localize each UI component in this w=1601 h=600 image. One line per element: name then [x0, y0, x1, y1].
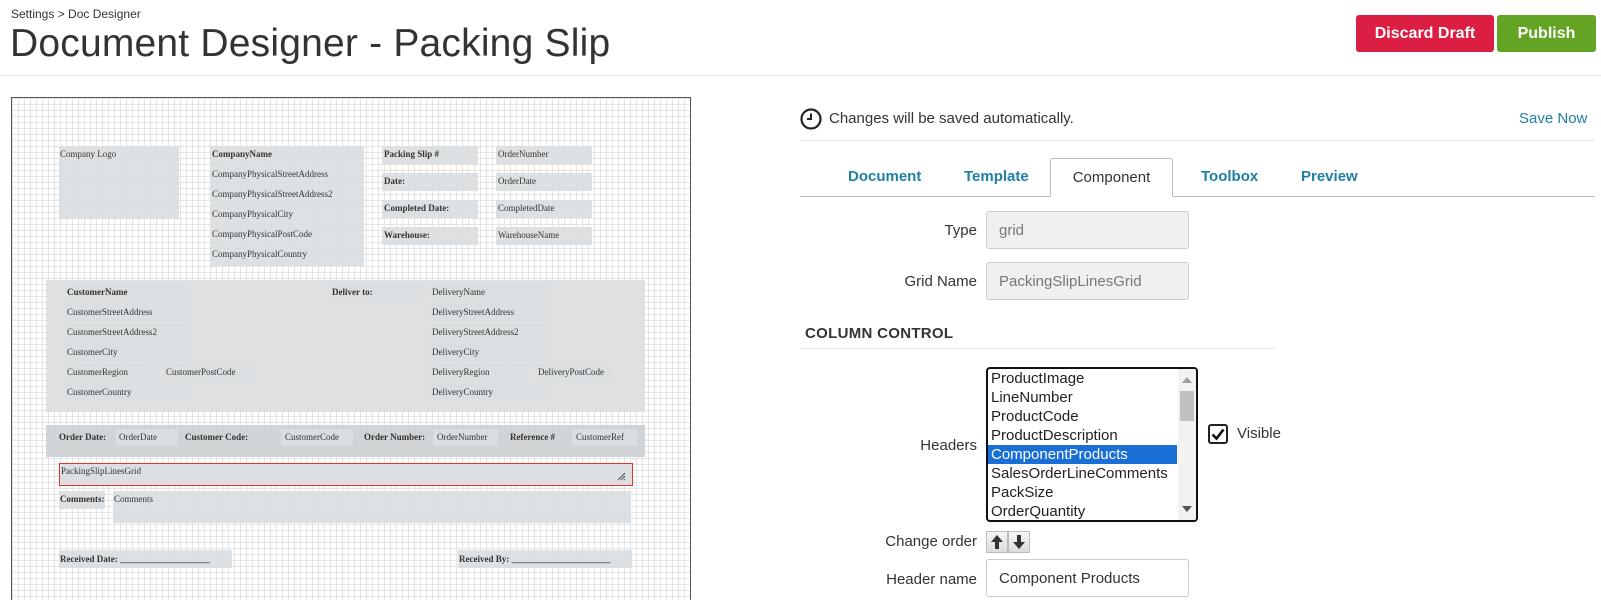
address-band[interactable]: CustomerName CustomerStreetAddress Custo…	[46, 280, 645, 412]
customer-postcode-field[interactable]: CustomerPostCode	[164, 364, 258, 382]
comments-field[interactable]: Comments	[113, 491, 631, 523]
delivery-name-field[interactable]: DeliveryName	[430, 284, 550, 302]
company-address-line: CompanyPhysicalPostCode	[212, 229, 313, 239]
customer-code-label: Customer Code:	[185, 432, 249, 442]
tab-component[interactable]: Component	[1050, 158, 1173, 197]
headers-listbox[interactable]: ProductImage LineNumber ProductCode Prod…	[986, 367, 1198, 522]
save-now-link[interactable]: Save Now	[1519, 110, 1587, 127]
resize-handle-icon[interactable]	[617, 472, 626, 481]
customer-region-field[interactable]: CustomerRegion	[65, 364, 158, 382]
slip-label-field[interactable]: Warehouse:	[382, 227, 478, 245]
company-address-line: CompanyPhysicalStreetAddress2	[212, 189, 333, 199]
change-order-controls	[986, 531, 1030, 553]
header-option-selected[interactable]: ComponentProducts	[988, 445, 1177, 464]
customer-name-field[interactable]: CustomerName	[65, 284, 191, 302]
customer-address-field[interactable]: CustomerStreetAddress2	[65, 324, 191, 342]
company-address-line: CompanyPhysicalStreetAddress	[212, 169, 328, 179]
customer-city-field[interactable]: CustomerCity	[65, 344, 191, 362]
slip-label-field[interactable]: Packing Slip #	[382, 146, 478, 164]
scroll-thumb[interactable]	[1180, 391, 1194, 421]
header-option[interactable]: PackSize	[988, 483, 1177, 502]
received-date-field[interactable]: Received Date: ____________________	[59, 550, 232, 568]
order-number-label: Order Number:	[364, 432, 426, 442]
move-up-button[interactable]	[986, 531, 1008, 553]
visible-label: Visible	[1237, 425, 1281, 442]
slip-value-field[interactable]: OrderNumber	[496, 146, 592, 164]
header-option[interactable]: ProductImage	[988, 369, 1177, 388]
customer-country-field[interactable]: CustomerCountry	[65, 384, 191, 402]
company-name-field: CompanyName	[212, 149, 272, 159]
order-info-band[interactable]: Order Date: OrderDate Customer Code: Cus…	[46, 425, 645, 457]
clock-icon	[800, 108, 822, 130]
customer-address-field[interactable]: CustomerStreetAddress	[65, 304, 191, 322]
grid-name-label: PackingSlipLinesGrid	[61, 466, 141, 476]
delivery-region-field[interactable]: DeliveryRegion	[430, 364, 530, 382]
arrow-down-icon	[1013, 535, 1025, 549]
delivery-postcode-field[interactable]: DeliveryPostCode	[536, 364, 612, 382]
checkmark-icon	[1211, 428, 1225, 441]
company-address-block[interactable]: CompanyName CompanyPhysicalStreetAddress…	[210, 146, 364, 266]
autosave-message: Changes will be saved automatically.	[829, 110, 1074, 127]
order-number-field[interactable]: OrderNumber	[433, 429, 498, 446]
reference-label: Reference #	[510, 432, 556, 442]
slip-value-field[interactable]: CompletedDate	[496, 200, 592, 218]
type-field[interactable]	[986, 211, 1189, 249]
tab-template[interactable]: Template	[964, 168, 1029, 185]
slip-label-field[interactable]: Completed Date:	[382, 200, 478, 218]
grid-name-field[interactable]	[986, 262, 1189, 300]
order-date-field[interactable]: OrderDate	[116, 429, 178, 446]
tabs-baseline	[800, 196, 1595, 197]
publish-button[interactable]: Publish	[1497, 15, 1596, 52]
delivery-city-field[interactable]: DeliveryCity	[430, 344, 550, 362]
grid-name-label: Grid Name	[904, 273, 977, 290]
page-title: Document Designer - Packing Slip	[10, 22, 611, 65]
discard-draft-button[interactable]: Discard Draft	[1356, 15, 1494, 52]
slip-label-field[interactable]: Date:	[382, 173, 478, 191]
breadcrumb[interactable]: Settings > Doc Designer	[11, 7, 141, 21]
type-label: Type	[944, 222, 977, 239]
customer-code-field[interactable]: CustomerCode	[281, 429, 353, 446]
packing-slip-lines-grid[interactable]: PackingSlipLinesGrid	[59, 463, 633, 486]
slip-value-field[interactable]: OrderDate	[496, 173, 592, 191]
delivery-address-field[interactable]: DeliveryStreetAddress2	[430, 324, 550, 342]
column-control-heading: COLUMN CONTROL	[805, 325, 954, 342]
deliver-to-label[interactable]: Deliver to:	[330, 284, 424, 302]
customer-ref-field[interactable]: CustomerRef	[572, 429, 637, 446]
header-option[interactable]: LineNumber	[988, 388, 1177, 407]
scroll-down-icon[interactable]	[1182, 506, 1192, 512]
headers-label: Headers	[920, 437, 977, 454]
header-divider	[0, 75, 1601, 76]
received-by-field[interactable]: Received By: ______________________	[458, 550, 632, 568]
section-divider	[800, 348, 1274, 349]
header-name-label: Header name	[886, 571, 977, 588]
comments-label[interactable]: Comments:	[59, 491, 105, 509]
company-address-line: CompanyPhysicalCountry	[212, 249, 307, 259]
scroll-up-icon[interactable]	[1182, 377, 1192, 383]
company-address-line: CompanyPhysicalCity	[212, 209, 293, 219]
tab-toolbox[interactable]: Toolbox	[1201, 168, 1258, 185]
change-order-label: Change order	[885, 533, 977, 550]
tab-document[interactable]: Document	[848, 168, 921, 185]
order-date-label: Order Date:	[59, 432, 107, 442]
header-option[interactable]: ProductDescription	[988, 426, 1177, 445]
move-down-button[interactable]	[1008, 531, 1030, 553]
designer-canvas[interactable]: Company Logo CompanyName CompanyPhysical…	[11, 97, 691, 600]
panel-divider	[800, 140, 1595, 141]
header-option[interactable]: ProductCode	[988, 407, 1177, 426]
slip-value-field[interactable]: WarehouseName	[496, 227, 592, 245]
tab-preview[interactable]: Preview	[1301, 168, 1358, 185]
delivery-address-field[interactable]: DeliveryStreetAddress	[430, 304, 550, 322]
delivery-country-field[interactable]: DeliveryCountry	[430, 384, 550, 402]
company-logo-label: Company Logo	[60, 149, 117, 159]
listbox-scrollbar[interactable]	[1178, 369, 1196, 520]
arrow-up-icon	[991, 535, 1003, 549]
visible-checkbox[interactable]	[1208, 424, 1228, 444]
header-option[interactable]: OrderQuantity	[988, 502, 1177, 520]
company-logo-block[interactable]: Company Logo	[59, 146, 179, 219]
header-option[interactable]: SalesOrderLineComments	[988, 464, 1177, 483]
header-name-field[interactable]	[986, 559, 1189, 597]
